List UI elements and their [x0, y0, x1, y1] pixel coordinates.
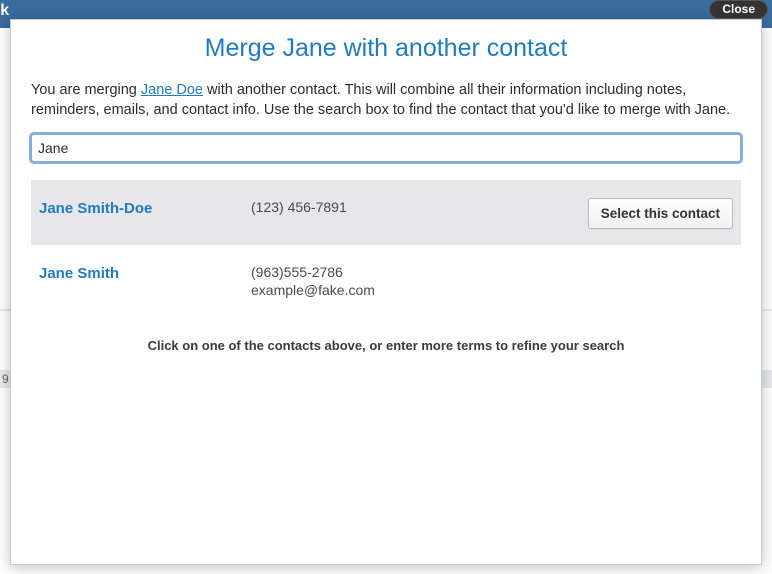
search-input[interactable] [31, 134, 741, 162]
results-hint: Click on one of the contacts above, or e… [31, 338, 741, 353]
result-action: Select this contact [585, 198, 733, 229]
desc-pre: You are merging [31, 82, 141, 98]
result-name[interactable]: Jane Smith [39, 263, 243, 282]
close-button[interactable]: Close [709, 0, 768, 19]
close-button-label: Close [722, 2, 755, 16]
modal-title: Merge Jane with another contact [11, 20, 761, 81]
select-contact-button[interactable]: Select this contact [588, 198, 733, 229]
result-phone: (123) 456-7891 [251, 198, 577, 216]
source-contact-link[interactable]: Jane Doe [141, 82, 203, 98]
bg-digit: 9 [2, 372, 9, 386]
result-row[interactable]: Jane Smith (963)555-2786example@fake.com [31, 245, 741, 315]
results-list: Jane Smith-Doe (123) 456-7891 Select this … [31, 180, 741, 315]
result-email: example@fake.com [251, 281, 577, 299]
result-name[interactable]: Jane Smith-Doe [39, 198, 243, 217]
result-phone: (963)555-2786 [251, 263, 577, 281]
merge-description: You are merging Jane Doe with another co… [31, 81, 741, 120]
bg-left-text: rk [0, 2, 9, 20]
result-info: (123) 456-7891 [251, 198, 577, 216]
merge-modal: Merge Jane with another contact You are … [10, 19, 762, 565]
result-row[interactable]: Jane Smith-Doe (123) 456-7891 Select this … [31, 180, 741, 245]
result-info: (963)555-2786example@fake.com [251, 263, 577, 299]
modal-body: You are merging Jane Doe with another co… [11, 81, 761, 353]
